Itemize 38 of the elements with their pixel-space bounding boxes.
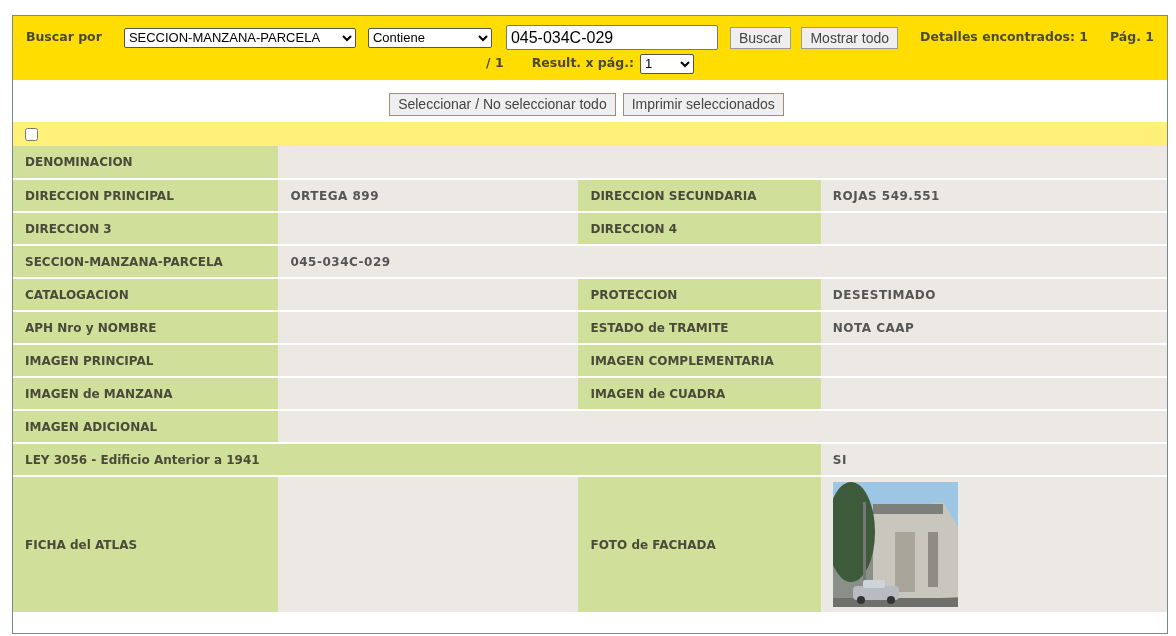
field-label: DIRECCION 4 (578, 212, 821, 245)
field-label: DENOMINACION (13, 146, 279, 179)
field-label: CATALOGACION (13, 278, 279, 311)
field-label: DIRECCION SECUNDARIA (578, 179, 821, 212)
action-button[interactable]: Imprimir seleccionados (622, 93, 784, 116)
field-label: IMAGEN de MANZANA (13, 377, 279, 410)
field-label: FICHA del ATLAS (13, 476, 279, 613)
field-value: SI (820, 443, 1167, 476)
page-total: / 1 (486, 55, 504, 70)
field-value: NOTA CAAP (820, 311, 1167, 344)
field-label: IMAGEN ADICIONAL (13, 410, 279, 443)
field-label: FOTO de FACHADA (578, 476, 821, 613)
field-label: ESTADO de TRAMITE (578, 311, 821, 344)
field-label: DIRECCION 3 (13, 212, 279, 245)
field-label: IMAGEN de CUADRA (578, 377, 821, 410)
field-value: ROJAS 549.551 (820, 179, 1167, 212)
field-label: IMAGEN PRINCIPAL (13, 344, 279, 377)
field-label: IMAGEN COMPLEMENTARIA (578, 344, 821, 377)
field-label: APH Nro y NOMBRE (13, 311, 279, 344)
search-label: Buscar por (25, 29, 102, 44)
results-count: Detalles encontrados: 1 (920, 29, 1089, 44)
field-value: 045-034C-029 (278, 245, 579, 278)
field-label: DIRECCION PRINCIPAL (13, 179, 279, 212)
field-label: SECCION-MANZANA-PARCELA (13, 245, 279, 278)
field-value: DESESTIMADO (820, 278, 1167, 311)
operator-select[interactable]: Contiene (367, 27, 492, 48)
field-value: ORTEGA 899 (278, 179, 579, 212)
page-number: Pág. 1 (1110, 29, 1155, 44)
select-checkbox[interactable] (25, 128, 38, 141)
per-page-select[interactable]: 1 (639, 53, 694, 74)
field-label: PROTECCION (578, 278, 821, 311)
field-label: LEY 3056 - Edificio Anterior a 1941 (13, 443, 279, 476)
per-page-label: Result. x pág.: (531, 55, 634, 70)
search-button[interactable]: Buscar (729, 26, 792, 49)
field-select[interactable]: SECCION-MANZANA-PARCELA (123, 27, 356, 48)
action-button[interactable]: Seleccionar / No seleccionar todo (389, 93, 616, 116)
show-all-button[interactable]: Mostrar todo (801, 26, 899, 49)
search-field[interactable]: 045-034C-029 (505, 25, 718, 50)
